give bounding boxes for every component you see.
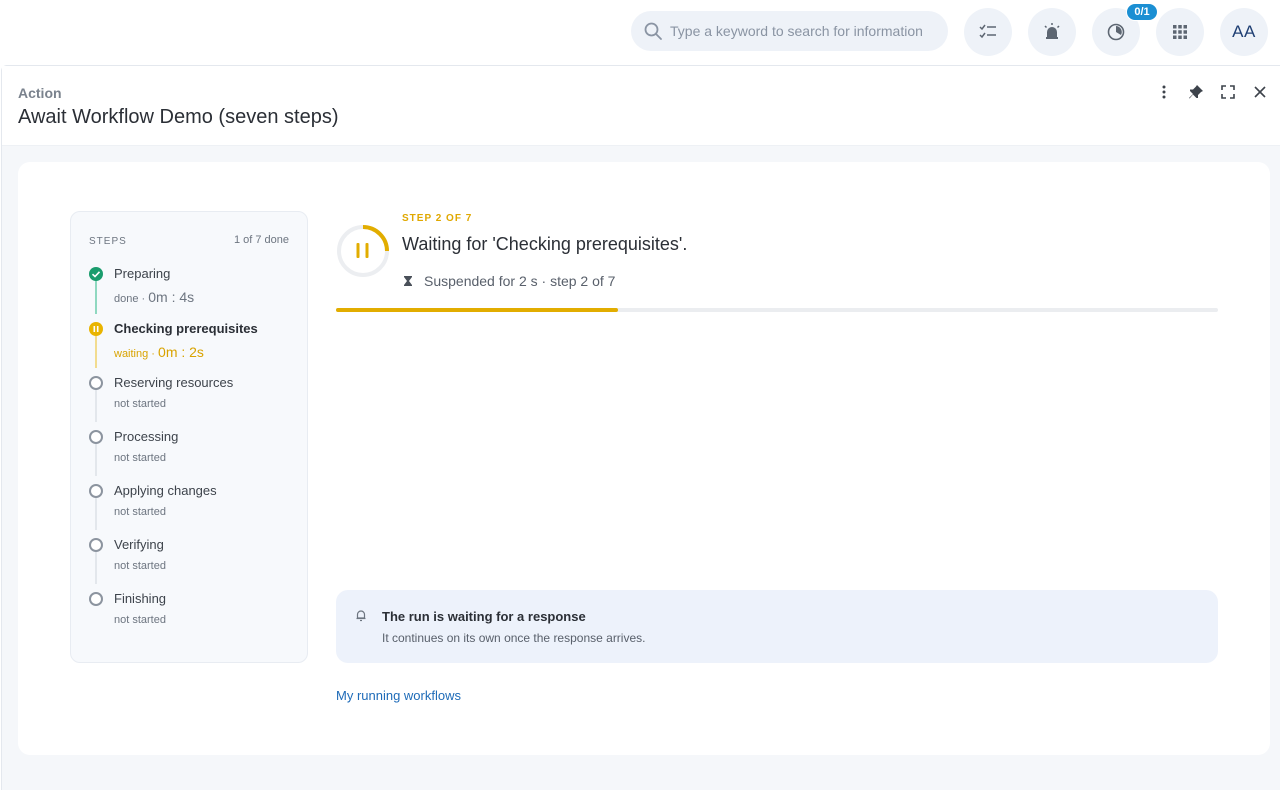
more-vertical-icon [1162, 85, 1166, 99]
step-name: Finishing [114, 591, 167, 606]
pause-icon [356, 243, 360, 258]
step-reserving-resources[interactable]: Reserving resources not started [89, 373, 299, 423]
step-status: not started [114, 614, 166, 626]
pin-icon [1189, 85, 1203, 99]
step-of-label: STEP 2 OF 7 [402, 213, 473, 224]
step-finishing[interactable]: Finishing not started [89, 589, 299, 639]
search-box[interactable] [631, 11, 948, 51]
steps-done-count: 1 of 7 done [233, 234, 289, 246]
search-input[interactable] [670, 23, 940, 39]
step-name: Processing [114, 429, 179, 444]
pause-icon [365, 243, 369, 258]
step-checking-prerequisites[interactable]: Checking prerequisites waiting · 0m : 2s [89, 319, 299, 369]
action-panel: Action Await Workflow Demo (seven steps)… [1, 65, 1280, 790]
search-icon [644, 22, 662, 40]
pin-button[interactable] [1184, 80, 1208, 104]
fullscreen-icon [1221, 85, 1235, 99]
notice-title: The run is waiting for a response [382, 609, 586, 624]
progress-bar [336, 308, 1218, 312]
step-status: not started [114, 452, 166, 464]
hourglass-icon [404, 276, 412, 286]
circle-icon [89, 592, 103, 606]
apps-button[interactable] [1156, 8, 1204, 56]
avatar-initials: AA [1232, 22, 1256, 41]
step-status: done · 0m : 4s [114, 289, 195, 305]
panel-header: Action Await Workflow Demo (seven steps) [2, 66, 1280, 146]
step-name: Verifying [114, 537, 164, 552]
workflow-card: STEPS 1 of 7 done Preparing done · 0m : … [18, 162, 1270, 755]
step-applying-changes[interactable]: Applying changes not started [89, 481, 299, 531]
steps-sidebar: STEPS 1 of 7 done Preparing done · 0m : … [70, 211, 308, 663]
step-name: Applying changes [114, 483, 217, 498]
checklist-icon [979, 24, 996, 39]
top-bar: 0/1 AA [0, 0, 1280, 64]
circle-icon [89, 484, 103, 498]
timer-icon [1107, 23, 1125, 41]
step-name: Checking prerequisites [114, 321, 258, 336]
close-button[interactable] [1248, 80, 1272, 104]
step-status: not started [114, 398, 166, 410]
circle-icon [89, 430, 103, 444]
suspended-text: Suspended for 2 s · step 2 of 7 [424, 273, 616, 289]
step-status: not started [114, 560, 166, 572]
step-status: not started [114, 506, 166, 518]
progress-fill [336, 308, 619, 312]
step-name: Reserving resources [114, 375, 234, 390]
circle-icon [89, 376, 103, 390]
close-icon [1254, 86, 1266, 98]
panel-kind: Action [18, 85, 62, 101]
circle-icon [89, 538, 103, 552]
fullscreen-button[interactable] [1216, 80, 1240, 104]
progress-ring [337, 225, 389, 277]
grid-icon [1173, 25, 1187, 39]
step-status: waiting · 0m : 2s [114, 344, 204, 360]
step-verifying[interactable]: Verifying not started [89, 535, 299, 585]
step-processing[interactable]: Processing not started [89, 427, 299, 477]
activity-badge: 0/1 [1126, 3, 1158, 21]
bell-icon [356, 610, 366, 622]
suspended-info: Suspended for 2 s · step 2 of 7 [402, 273, 615, 289]
waiting-heading: Waiting for 'Checking prerequisites'. [402, 234, 688, 254]
more-button[interactable] [1152, 80, 1176, 104]
my-running-workflows-link[interactable]: My running workflows [336, 688, 461, 703]
alarm-icon [1044, 23, 1060, 39]
waiting-notice: The run is waiting for a response It con… [336, 590, 1218, 663]
pause-icon [89, 322, 103, 336]
step-preparing[interactable]: Preparing done · 0m : 4s [89, 264, 299, 314]
page-title: Await Workflow Demo (seven steps) [18, 106, 339, 128]
step-name: Preparing [114, 266, 171, 281]
steps-heading: STEPS [89, 236, 127, 247]
check-icon [89, 267, 103, 281]
avatar[interactable]: AA [1220, 8, 1268, 56]
alerts-button[interactable] [1028, 8, 1076, 56]
notice-text: It continues on its own once the respons… [382, 631, 646, 645]
tasks-button[interactable] [964, 8, 1012, 56]
